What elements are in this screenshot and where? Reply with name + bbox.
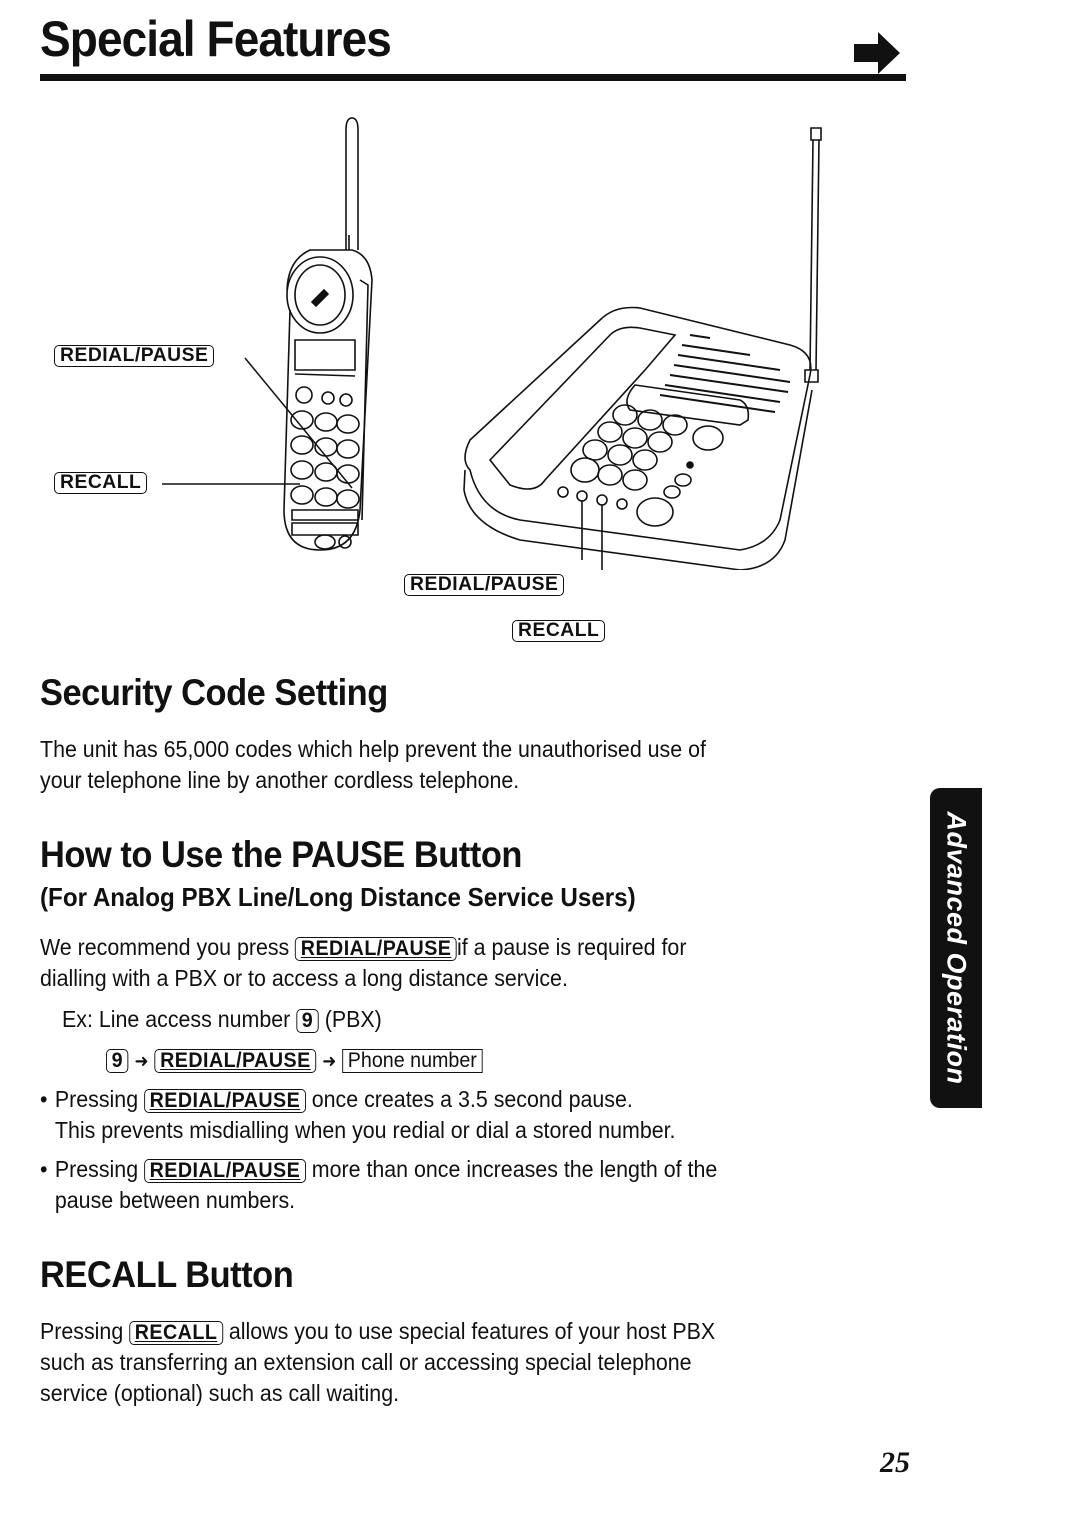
text: Pressing: [40, 1318, 124, 1344]
redial-pause-key: REDIAL/PAUSE: [154, 1049, 317, 1074]
text: Ex: Line access number: [62, 1006, 291, 1032]
bullet-line-1: • Pressing REDIAL/PAUSE more than once in…: [40, 1154, 877, 1185]
redial-pause-key: REDIAL/PAUSE: [144, 1159, 306, 1184]
base-redial-pause-callout: REDIAL/PAUSE: [404, 572, 565, 597]
pause-heading: How to Use the PAUSE Button: [40, 834, 522, 875]
text: more than once increases the length of t…: [311, 1156, 718, 1182]
digit-9-key: 9: [106, 1049, 129, 1074]
text: if a pause is required for: [456, 934, 687, 960]
pause-intro-line-2: dialling with a PBX or to access a long …: [40, 965, 568, 991]
recall-key: RECALL: [512, 620, 606, 643]
digit-9-key: 9: [296, 1009, 319, 1034]
pause-intro-line-1: We recommend you press REDIAL/PAUSE if a …: [40, 932, 877, 963]
section-side-tab: Advanced Operation: [930, 788, 982, 1108]
bullet-icon: •: [40, 1086, 48, 1112]
right-arrow-icon: [854, 32, 900, 74]
right-arrow-icon: ➜: [134, 1051, 149, 1071]
recall-body: Pressing RECALL allows you to use specia…: [40, 1316, 877, 1409]
text: (PBX): [324, 1006, 382, 1032]
pause-bullet-1: • Pressing REDIAL/PAUSE once creates a 3.…: [40, 1084, 877, 1146]
bullet-line-2: pause between numbers.: [54, 1187, 296, 1213]
bullet-icon: •: [40, 1156, 48, 1182]
bullet-line-1: • Pressing REDIAL/PAUSE once creates a 3.…: [40, 1084, 877, 1115]
recall-line-3: service (optional) such as call waiting.: [40, 1380, 400, 1406]
base-unit-illustration: [450, 120, 830, 570]
recall-key: RECALL: [129, 1321, 223, 1346]
pause-example: Ex: Line access number 9 (PBX): [62, 1004, 899, 1035]
text: allows you to use special features of yo…: [228, 1318, 716, 1344]
redial-pause-key: REDIAL/PAUSE: [404, 574, 565, 597]
security-line-2: your telephone line by another cordless …: [40, 767, 520, 793]
handset-leader-lines: [0, 0, 400, 560]
pause-intro: We recommend you press REDIAL/PAUSE if a …: [40, 932, 877, 994]
text: Pressing: [54, 1086, 139, 1112]
text: Pressing: [54, 1156, 139, 1182]
security-body: The unit has 65,000 codes which help pre…: [40, 734, 877, 796]
recall-heading: RECALL Button: [40, 1254, 294, 1295]
text: We recommend you press: [40, 934, 290, 960]
right-arrow-icon: ➜: [322, 1051, 337, 1071]
page-number: 25: [880, 1446, 910, 1479]
phone-number-box: Phone number: [342, 1049, 483, 1074]
security-heading: Security Code Setting: [40, 672, 388, 713]
side-tab-label: Advanced Operation: [941, 811, 972, 1085]
pause-subheading: (For Analog PBX Line/Long Distance Servi…: [40, 882, 636, 912]
redial-pause-key: REDIAL/PAUSE: [295, 937, 457, 962]
pause-sequence: 9 ➜ REDIAL/PAUSE ➜ Phone number: [106, 1044, 943, 1077]
bullet-line-2: This prevents misdialling when you redia…: [54, 1117, 676, 1143]
text: once creates a 3.5 second pause.: [311, 1086, 633, 1112]
recall-line-2: such as transferring an extension call o…: [40, 1349, 692, 1375]
recall-line-1: Pressing RECALL allows you to use specia…: [40, 1316, 877, 1347]
redial-pause-key: REDIAL/PAUSE: [144, 1089, 306, 1114]
base-recall-callout: RECALL: [512, 618, 606, 643]
security-line-1: The unit has 65,000 codes which help pre…: [40, 736, 706, 762]
pause-bullet-2: • Pressing REDIAL/PAUSE more than once in…: [40, 1154, 877, 1216]
